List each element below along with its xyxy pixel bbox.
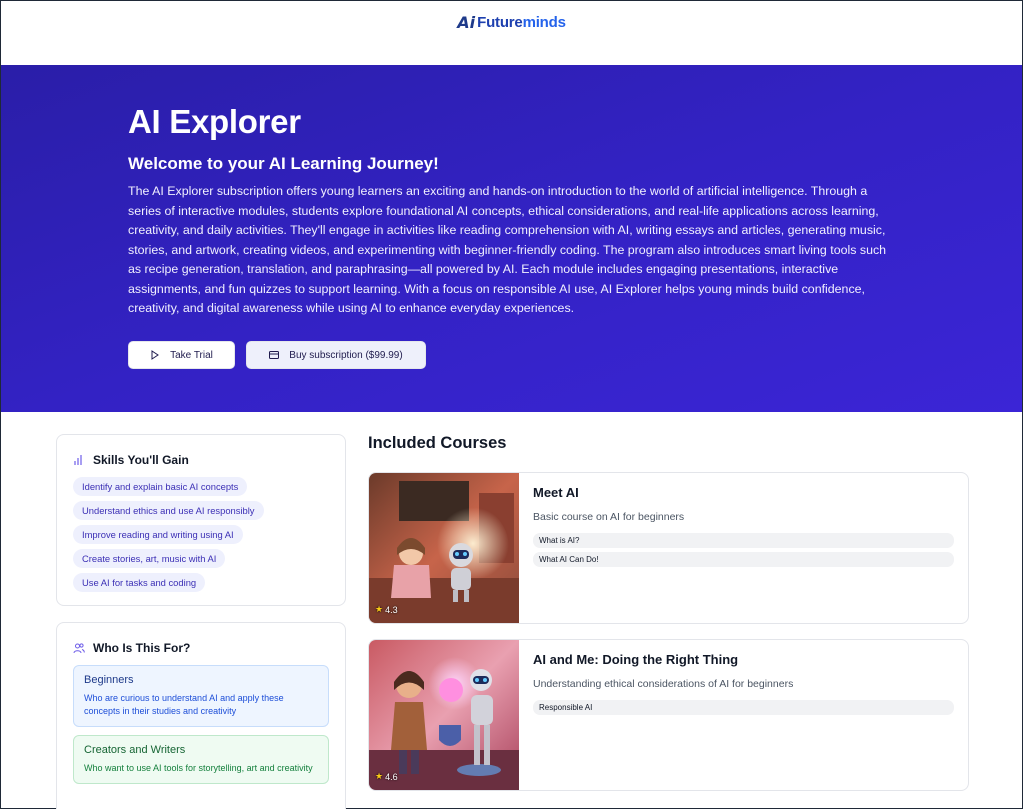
main-content: Skills You'll Gain Identify and explain … (1, 412, 1022, 809)
audience-item-desc: Who are curious to understand AI and app… (84, 693, 284, 716)
ethics-robot-illustration (369, 640, 519, 790)
credit-card-icon (269, 351, 280, 359)
play-icon (151, 350, 159, 360)
brand-logo[interactable]: Ai Futureminds (457, 13, 566, 32)
skill-chip: Understand ethics and use AI responsibly (73, 501, 264, 520)
course-info: Meet AI Basic course on AI for beginners… (519, 473, 968, 623)
course-topic-tag: What is AI? (533, 533, 954, 548)
course-thumbnail: ★ 4.6 (369, 640, 519, 790)
buy-subscription-label: Buy subscription ($99.99) (289, 349, 403, 361)
audience-item-desc: Who want to use AI tools for storytellin… (84, 763, 313, 773)
audience-card: Who Is This For? Beginners Who are curio… (56, 622, 346, 809)
bar-chart-icon (74, 455, 82, 465)
course-rating: ★ 4.6 (375, 771, 398, 782)
star-icon: ★ (375, 771, 384, 781)
course-rating: ★ 4.3 (375, 604, 398, 615)
course-topic-tag: What AI Can Do! (533, 552, 954, 567)
skill-chip: Use AI for tasks and coding (73, 573, 206, 592)
page-title: AI Explorer (128, 103, 301, 140)
courses-title: Included Courses (368, 434, 507, 452)
hero-description: The AI Explorer subscription offers youn… (128, 184, 887, 315)
course-name: Meet AI (533, 485, 579, 500)
audience-item-beginners: Beginners Who are curious to understand … (73, 665, 329, 727)
users-icon (73, 643, 85, 654)
course-card-meet-ai[interactable]: ★ 4.3 Meet AI Basic course on AI for begi… (368, 472, 969, 624)
skill-chip: Create stories, art, music with AI (73, 549, 226, 568)
audience-header: Who Is This For? (73, 641, 329, 655)
logo-text: Futureminds (477, 13, 566, 31)
hero-subtitle: Welcome to your AI Learning Journey! (128, 154, 439, 173)
audience-item-title: Creators and Writers (84, 744, 186, 756)
logo-mark: Ai (457, 12, 476, 32)
course-topic-tag: Responsible AI (533, 700, 954, 715)
course-name: AI and Me: Doing the Right Thing (533, 652, 739, 667)
top-bar: Ai Futureminds (1, 1, 1022, 65)
skills-card: Skills You'll Gain Identify and explain … (56, 434, 346, 606)
take-trial-button[interactable]: Take Trial (128, 341, 235, 369)
audience-item-creators: Creators and Writers Who want to use AI … (73, 735, 329, 784)
course-desc: Understanding ethical considerations of … (533, 678, 794, 690)
buy-subscription-button[interactable]: Buy subscription ($99.99) (246, 341, 426, 369)
skills-header: Skills You'll Gain (73, 453, 329, 467)
star-icon: ★ (375, 604, 384, 614)
audience-item-title: Beginners (84, 674, 134, 686)
take-trial-label: Take Trial (170, 349, 213, 361)
classroom-robot-illustration (369, 473, 519, 623)
hero-section: AI Explorer Welcome to your AI Learning … (1, 65, 1022, 412)
course-card-ai-and-me[interactable]: ★ 4.6 AI and Me: Doing the Right Thing Un… (368, 639, 969, 791)
course-thumbnail: ★ 4.3 (369, 473, 519, 623)
course-desc: Basic course on AI for beginners (533, 511, 685, 523)
hero-actions: Take Trial Buy subscription ($99.99) (128, 341, 426, 369)
audience-title: Who Is This For? (93, 641, 191, 655)
course-info: AI and Me: Doing the Right Thing Underst… (519, 640, 968, 790)
skills-title: Skills You'll Gain (93, 453, 189, 467)
skills-list: Identify and explain basic AI concepts U… (73, 477, 329, 597)
skill-chip: Identify and explain basic AI concepts (73, 477, 248, 496)
skill-chip: Improve reading and writing using AI (73, 525, 243, 544)
